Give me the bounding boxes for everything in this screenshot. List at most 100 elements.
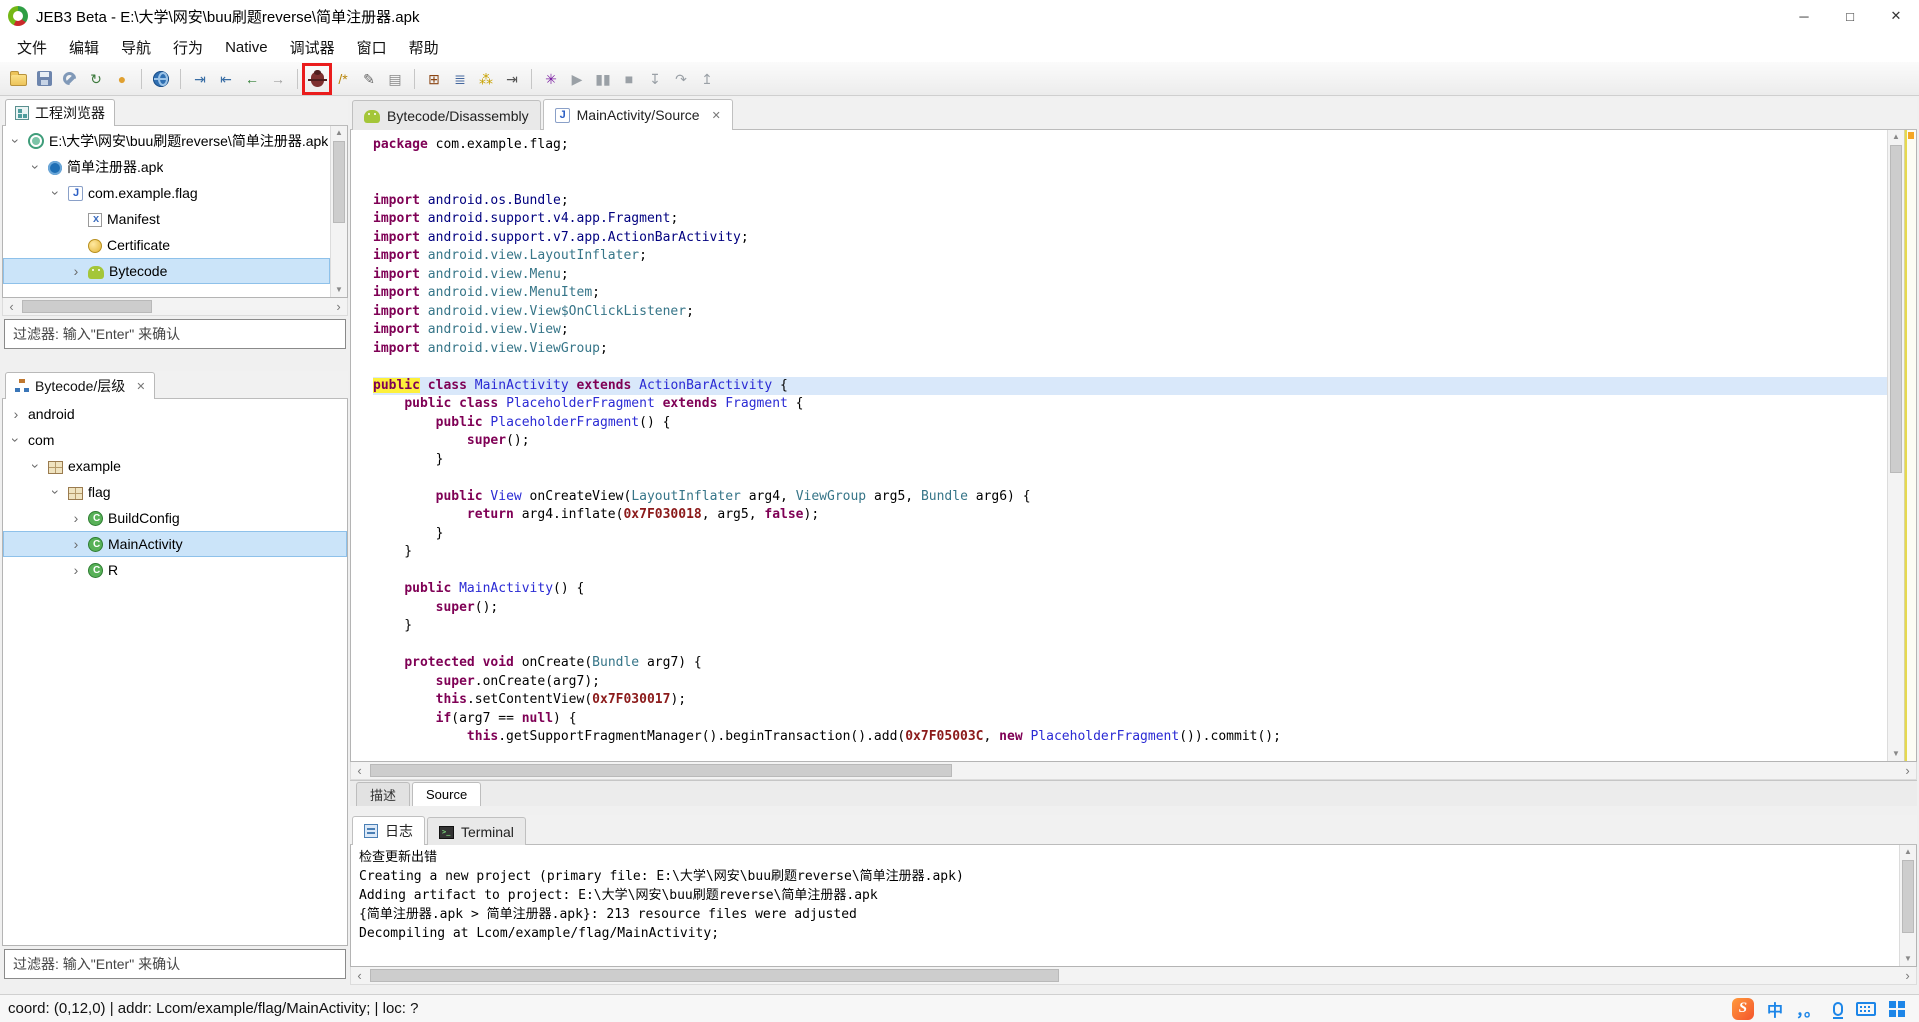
expand-arrow-icon[interactable]: › bbox=[69, 264, 83, 278]
scroll-right-arrow-icon[interactable]: › bbox=[1899, 968, 1916, 984]
code-line[interactable] bbox=[373, 173, 1887, 192]
code-line[interactable] bbox=[373, 155, 1887, 174]
minimize-button[interactable]: ─ bbox=[1781, 0, 1827, 32]
code-line[interactable]: import android.view.Menu; bbox=[373, 266, 1887, 285]
code-line[interactable]: public PlaceholderFragment() { bbox=[373, 414, 1887, 433]
keyboard-icon[interactable] bbox=[1856, 1001, 1876, 1016]
menu-文件[interactable]: 文件 bbox=[6, 33, 58, 62]
code-line[interactable]: this.getSupportFragmentManager().beginTr… bbox=[373, 728, 1887, 747]
editor-vscrollbar[interactable]: ▲ ▼ bbox=[1887, 130, 1904, 761]
scroll-right-arrow-icon[interactable]: › bbox=[1899, 763, 1916, 779]
code-line[interactable]: } bbox=[373, 543, 1887, 562]
log-view[interactable]: 检查更新出错 Creating a new project (primary fi… bbox=[350, 845, 1917, 967]
scroll-thumb[interactable] bbox=[1890, 145, 1902, 474]
code-line[interactable]: import android.view.View$OnClickListener… bbox=[373, 303, 1887, 322]
code-line[interactable] bbox=[373, 562, 1887, 581]
run-button[interactable]: ▶ bbox=[565, 67, 589, 91]
nav-back-button[interactable]: ← bbox=[240, 67, 264, 91]
tab-Bytecode/Disassembly[interactable]: Bytecode/Disassembly bbox=[352, 100, 541, 130]
scroll-up-arrow-icon[interactable]: ▲ bbox=[331, 126, 347, 140]
project-tree-vscrollbar[interactable]: ▲ ▼ bbox=[330, 126, 347, 297]
project-item-E:\大学\网安\buu刷题reverse\简单注册器.apk[interactable]: › E:\大学\网安\buu刷题reverse\简单注册器.apk bbox=[3, 128, 330, 154]
scroll-up-arrow-icon[interactable]: ▲ bbox=[1888, 130, 1904, 144]
step-over-button[interactable]: ↷ bbox=[669, 67, 693, 91]
code-line[interactable]: super.onCreate(arg7); bbox=[373, 673, 1887, 692]
editor-hscrollbar[interactable]: ‹ › bbox=[350, 762, 1917, 780]
project-item-Manifest[interactable]: Manifest bbox=[3, 206, 330, 232]
jump-to-button[interactable]: ⇥ bbox=[188, 67, 212, 91]
close-panel-icon[interactable]: ✕ bbox=[136, 380, 145, 393]
collapse-arrow-icon[interactable]: › bbox=[8, 134, 24, 148]
code-line[interactable]: package com.example.flag; bbox=[373, 136, 1887, 155]
stack-view-button[interactable]: ≣ bbox=[448, 67, 472, 91]
tab-Source[interactable]: Source bbox=[412, 782, 482, 806]
scroll-thumb[interactable] bbox=[22, 300, 153, 313]
menu-行为[interactable]: 行为 bbox=[162, 33, 214, 62]
debugger-button[interactable] bbox=[302, 62, 332, 95]
code-line[interactable]: import android.support.v4.app.Fragment; bbox=[373, 210, 1887, 229]
close-button[interactable]: ✕ bbox=[1873, 0, 1919, 32]
code-line[interactable]: import android.view.ViewGroup; bbox=[373, 340, 1887, 359]
code-line[interactable]: public View onCreateView(LayoutInflater … bbox=[373, 488, 1887, 507]
menu-帮助[interactable]: 帮助 bbox=[398, 33, 450, 62]
step-into-button[interactable]: ↧ bbox=[643, 67, 667, 91]
collapse-arrow-icon[interactable]: › bbox=[48, 485, 64, 499]
lock-button[interactable]: ● bbox=[110, 67, 134, 91]
scroll-left-arrow-icon[interactable]: ‹ bbox=[3, 299, 20, 315]
expand-arrow-icon[interactable]: › bbox=[69, 511, 83, 525]
hierarchy-filter-input[interactable] bbox=[4, 949, 346, 979]
menu-窗口[interactable]: 窗口 bbox=[346, 33, 398, 62]
tab-MainActivity/Source[interactable]: MainActivity/Source ✕ bbox=[542, 99, 733, 130]
expand-arrow-icon[interactable]: › bbox=[9, 407, 23, 421]
project-item-Certificate[interactable]: Certificate bbox=[3, 232, 330, 258]
expand-arrow-icon[interactable]: › bbox=[69, 537, 83, 551]
scroll-thumb[interactable] bbox=[370, 969, 1059, 982]
code-editor[interactable]: package com.example.flag; import android… bbox=[350, 130, 1917, 762]
code-line[interactable]: } bbox=[373, 525, 1887, 544]
settings-wrench-button[interactable] bbox=[58, 67, 82, 91]
code-line[interactable]: if(arg7 == null) { bbox=[373, 710, 1887, 729]
code-line[interactable]: public MainActivity() { bbox=[373, 580, 1887, 599]
hierarchy-item-BuildConfig[interactable]: › BuildConfig bbox=[3, 505, 347, 531]
code-line[interactable]: import android.view.LayoutInflater; bbox=[373, 247, 1887, 266]
code-line[interactable] bbox=[373, 636, 1887, 655]
collapse-arrow-icon[interactable]: › bbox=[48, 186, 64, 200]
code-line[interactable]: this.setContentView(0x7F030017); bbox=[373, 691, 1887, 710]
document-button[interactable]: ▤ bbox=[383, 67, 407, 91]
collapse-arrow-icon[interactable]: › bbox=[28, 160, 44, 174]
project-item-简单注册器.apk[interactable]: › 简单注册器.apk bbox=[3, 154, 330, 180]
scroll-up-arrow-icon[interactable]: ▲ bbox=[1900, 845, 1916, 859]
menu-导航[interactable]: 导航 bbox=[110, 33, 162, 62]
collapse-arrow-icon[interactable]: › bbox=[8, 433, 24, 447]
comment-button[interactable]: /* bbox=[331, 67, 355, 91]
console-hscrollbar[interactable]: ‹ › bbox=[350, 967, 1917, 985]
scroll-track[interactable] bbox=[368, 967, 1899, 984]
scroll-down-arrow-icon[interactable]: ▼ bbox=[1888, 747, 1904, 761]
code-line[interactable]: import android.support.v7.app.ActionBarA… bbox=[373, 229, 1887, 248]
expand-arrow-icon[interactable]: › bbox=[69, 563, 83, 577]
hierarchy-item-MainActivity[interactable]: › MainActivity bbox=[3, 531, 347, 557]
project-item-Bytecode[interactable]: › Bytecode bbox=[3, 258, 330, 284]
toolbox-icon[interactable] bbox=[1889, 1000, 1905, 1017]
microphone-icon[interactable] bbox=[1833, 1001, 1843, 1016]
hierarchy-tree[interactable]: › android › com › example › flag › BuildConfig › Ma… bbox=[2, 399, 348, 946]
tab-日志[interactable]: 日志 bbox=[352, 816, 425, 845]
hierarchy-item-com[interactable]: › com bbox=[3, 427, 347, 453]
tab-bytecode-hierarchy[interactable]: Bytecode/层级 ✕ bbox=[5, 372, 156, 399]
matrix-view-button[interactable]: ⊞ bbox=[422, 67, 446, 91]
code-line[interactable]: import android.view.MenuItem; bbox=[373, 284, 1887, 303]
scroll-left-arrow-icon[interactable]: ‹ bbox=[351, 968, 368, 984]
hierarchy-item-flag[interactable]: › flag bbox=[3, 479, 347, 505]
hierarchy-item-example[interactable]: › example bbox=[3, 453, 347, 479]
keys-button[interactable]: ⁂ bbox=[474, 67, 498, 91]
code-line[interactable]: } bbox=[373, 451, 1887, 470]
code-line[interactable]: public class PlaceholderFragment extends… bbox=[373, 395, 1887, 414]
code-line[interactable]: super(); bbox=[373, 599, 1887, 618]
scroll-track[interactable] bbox=[20, 298, 330, 315]
console-vscrollbar[interactable]: ▲ ▼ bbox=[1899, 845, 1916, 966]
rename-button[interactable]: ✎ bbox=[357, 67, 381, 91]
project-filter-input[interactable] bbox=[4, 319, 346, 349]
hierarchy-item-R[interactable]: ›R bbox=[3, 557, 347, 583]
collapse-arrow-icon[interactable]: › bbox=[28, 459, 44, 473]
code-line[interactable]: super(); bbox=[373, 432, 1887, 451]
